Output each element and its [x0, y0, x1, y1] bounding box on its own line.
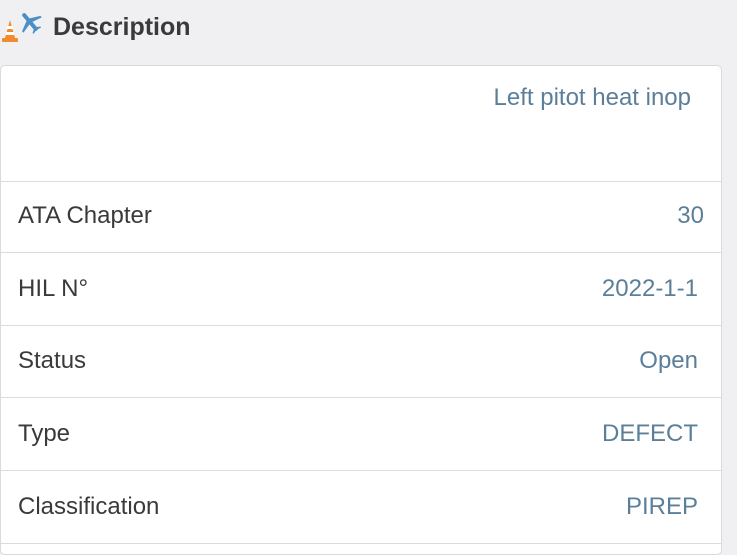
row-type[interactable]: Type DEFECT: [1, 399, 721, 471]
section-title: Description: [53, 13, 191, 41]
row-value: DEFECT: [602, 420, 698, 447]
section-header: Description: [0, 0, 737, 56]
row-value: 2022-1-1: [601, 275, 698, 302]
description-field[interactable]: Left pitot heat inop: [1, 66, 721, 182]
details-card: Left pitot heat inop ATA Chapter 30 HIL …: [0, 65, 722, 555]
row-status[interactable]: Status Open: [1, 326, 721, 398]
row-classification[interactable]: Classification PIREP: [1, 472, 721, 544]
row-label: ATA Chapter: [18, 202, 152, 229]
row-label: HIL N°: [18, 275, 89, 302]
description-value: Left pitot heat inop: [493, 84, 691, 111]
row-value: 30: [677, 202, 704, 229]
row-label: Classification: [18, 493, 160, 520]
row-label: Status: [18, 347, 87, 374]
cone-airplane-icon: [0, 10, 46, 46]
row-ata-chapter[interactable]: ATA Chapter 30: [1, 181, 721, 253]
row-hil-number[interactable]: HIL N° 2022-1-1: [1, 254, 721, 326]
row-value: Open: [639, 347, 698, 374]
row-value: PIREP: [625, 493, 698, 520]
row-label: Type: [18, 420, 71, 447]
